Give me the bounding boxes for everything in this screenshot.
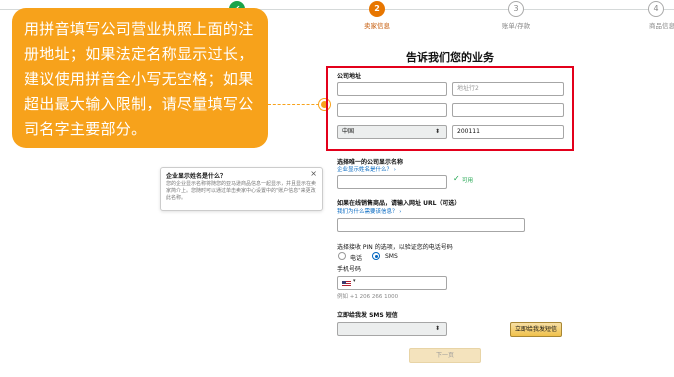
step-4-indicator: 4 <box>648 1 664 17</box>
chevron-updown-icon: ⬍ <box>434 325 440 332</box>
website-label: 如果在线销售商品，请输入网址 URL（可选） <box>337 200 461 207</box>
country-select[interactable]: 中国 ⬍ <box>337 125 447 139</box>
country-value: 中国 <box>342 128 355 135</box>
phone-example-hint: 例如 +1 206 266 1000 <box>337 294 399 300</box>
page-title: 告诉我们您的业务 <box>406 51 494 64</box>
next-page-button[interactable]: 下一页 <box>409 348 481 363</box>
state-input[interactable] <box>452 103 564 117</box>
city-input[interactable] <box>337 103 447 117</box>
address-label: 公司地址 <box>337 73 362 80</box>
check-icon: ✓ <box>453 174 460 183</box>
radio-sms[interactable] <box>372 252 380 260</box>
address-line1-input[interactable] <box>337 82 447 96</box>
step-3-label: 账单/存款 <box>501 22 531 30</box>
step-3-indicator: 3 <box>508 1 524 17</box>
step-2-label: 卖家信息 <box>364 22 390 30</box>
display-name-help-link[interactable]: 企业显示姓名是什么？ › <box>337 165 396 173</box>
availability-status: 可用 <box>462 178 474 184</box>
step-4-label: 商品信息 <box>649 22 674 30</box>
send-sms-button[interactable]: 立即给我发短信 <box>510 322 562 337</box>
country-code-caret-icon[interactable]: ▾ <box>353 278 356 284</box>
postal-code-input[interactable]: 200111 <box>452 125 564 139</box>
callout-connector <box>268 104 324 105</box>
radio-sms-label: SMS <box>385 253 398 260</box>
tooltip-title: 企业显示姓名是什么？ <box>166 173 227 180</box>
address-line2-input[interactable]: 地址行2 <box>452 82 564 96</box>
radio-phone-label: 电话 <box>350 255 363 262</box>
website-input[interactable] <box>337 218 525 232</box>
close-icon[interactable]: × <box>310 169 317 178</box>
display-name-input[interactable] <box>337 175 447 189</box>
annotation-callout: 用拼音填写公司营业执照上面的注册地址；如果法定名称显示过长，建议使用拼音全小写无… <box>12 8 268 148</box>
website-help-link[interactable]: 我们为什么需要该信息？ › <box>337 207 401 215</box>
phone-label: 手机号码 <box>337 266 362 273</box>
sms-language-select[interactable]: ⬍ <box>337 322 447 336</box>
sms-label: 立即给我发 SMS 短信 <box>337 312 398 319</box>
us-flag-icon[interactable] <box>342 281 351 287</box>
chevron-updown-icon: ⬍ <box>434 128 440 135</box>
tooltip-body: 您的企业显示名称将随您的亚马逊商品信息一起显示，并且显示在卖家简介上。您随时可以… <box>166 181 317 201</box>
display-name-tooltip: 企业显示姓名是什么？ 您的企业显示名称将随您的亚马逊商品信息一起显示，并且显示在… <box>160 167 323 211</box>
step-2-indicator: 2 <box>369 1 385 17</box>
radio-phone[interactable] <box>338 252 346 260</box>
verify-label: 选择接收 PIN 的选项，以验证您的电话号码 <box>337 244 453 251</box>
